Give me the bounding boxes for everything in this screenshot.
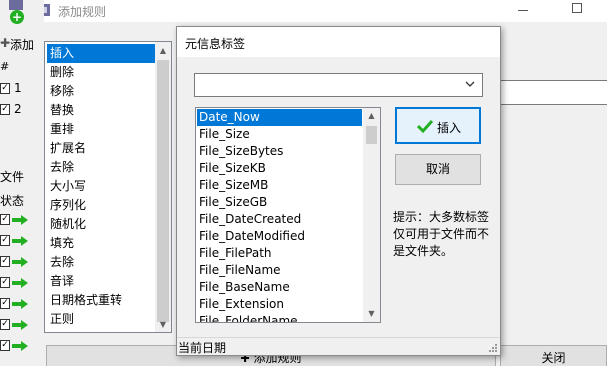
tag-item[interactable]: File_Extension [197, 296, 362, 313]
tag-item[interactable]: File_SizeGB [197, 194, 362, 211]
rules-index-header: # [0, 60, 10, 73]
plus-icon: ✚ [0, 36, 11, 50]
rule-type-item[interactable]: 重排 [47, 120, 156, 139]
tag-item[interactable]: File_SizeBytes [197, 143, 362, 160]
scroll-thumb[interactable] [157, 60, 169, 322]
resize-grip-icon[interactable] [488, 343, 498, 353]
rule-param-field[interactable] [498, 80, 607, 105]
file-checkbox[interactable]: ✓ [0, 256, 10, 267]
chevron-down-icon[interactable] [464, 78, 476, 90]
add-rule-toolbar-button[interactable]: ✚ 添加 [0, 34, 44, 54]
cancel-button[interactable]: 取消 [395, 154, 481, 185]
add-rule-titlebar [28, 0, 607, 22]
rule-type-item[interactable]: 填充 [47, 234, 156, 253]
arrow-right-icon [12, 341, 28, 351]
file-checkbox[interactable]: ✓ [0, 340, 10, 351]
rule-type-item[interactable]: 插入 [47, 44, 156, 63]
arrow-right-icon [12, 257, 28, 267]
close-button[interactable]: 关闭 [500, 345, 607, 366]
add-label: 添加 [10, 38, 35, 52]
rule-type-item[interactable]: 扩展名 [47, 139, 156, 158]
scroll-down-icon[interactable]: ▼ [158, 320, 168, 330]
scroll-down-icon[interactable]: ▼ [366, 309, 377, 319]
file-checkbox[interactable]: ✓ [0, 277, 10, 288]
rule-type-item[interactable]: 序列化 [47, 196, 156, 215]
tag-item[interactable]: Date_Now [197, 109, 362, 126]
arrow-right-icon [12, 299, 28, 309]
rule-type-item[interactable]: 删除 [47, 63, 156, 82]
tag-item[interactable]: File_BaseName [197, 279, 362, 296]
checkmark-icon [417, 119, 433, 134]
hint-text: 提示：大多数标签仅可用于文件而不是文件夹。 [393, 210, 490, 258]
minimize-icon[interactable] [518, 10, 528, 11]
tag-item[interactable]: File_Size [197, 126, 362, 143]
tag-item[interactable]: File_FolderName [197, 313, 362, 322]
add-rule-title: 添加规则 [58, 5, 107, 19]
status-column-header: 状态 [0, 194, 25, 208]
scroll-up-icon[interactable]: ▲ [366, 111, 377, 121]
rule-type-item[interactable]: 大小写 [47, 177, 156, 196]
dialog-title: 元信息标签 [185, 37, 246, 51]
rule-2-index: 2 [14, 102, 22, 116]
tag-item[interactable]: File_SizeMB [197, 177, 362, 194]
rule-2-checkbox[interactable]: ✓ [0, 104, 10, 115]
rule-1-index: 1 [14, 81, 22, 95]
maximize-icon[interactable] [572, 3, 582, 13]
arrow-right-icon [12, 215, 28, 225]
rule-type-item[interactable]: 音译 [47, 272, 156, 291]
file-checkbox[interactable]: ✓ [0, 319, 10, 330]
tag-item[interactable]: File_DateCreated [197, 211, 362, 228]
rule-1-checkbox[interactable]: ✓ [0, 83, 10, 94]
rule-type-item[interactable]: 正则 [47, 310, 156, 329]
rule-type-item[interactable]: 随机化 [47, 215, 156, 234]
meta-tags-dialog: 元信息标签 Date_Now File_Size File_SizeBytes … [176, 26, 501, 356]
file-checkbox[interactable]: ✓ [0, 235, 10, 246]
arrow-right-icon [12, 320, 28, 330]
tag-item[interactable]: File_SizeKB [197, 160, 362, 177]
tag-item[interactable]: File_FileName [197, 262, 362, 279]
scroll-thumb[interactable] [366, 126, 377, 144]
rule-type-item[interactable]: 去除 [47, 253, 156, 272]
files-tab[interactable]: 文件 [0, 168, 24, 185]
status-text: 当前日期 [178, 341, 227, 355]
insert-label: 插入 [437, 121, 462, 135]
file-checkbox[interactable]: ✓ [0, 214, 10, 225]
insert-button[interactable]: 插入 [395, 107, 481, 144]
arrow-right-icon [12, 236, 28, 246]
tag-list-scrollbar[interactable]: ▲ ▼ [363, 108, 380, 322]
rule-type-list[interactable]: 插入 删除 移除 替换 重排 扩展名 去除 大小写 序列化 随机化 填充 去除 … [44, 41, 172, 333]
tag-item[interactable]: File_FilePath [197, 245, 362, 262]
meta-tag-list[interactable]: Date_Now File_Size File_SizeBytes File_S… [195, 107, 381, 323]
tag-item[interactable]: File_DateModified [197, 228, 362, 245]
rule-type-item[interactable]: 替换 [47, 101, 156, 120]
status-bar: 当前日期 [177, 337, 500, 355]
main-window-left-strip: + ✚ 添加 # ✓ 1 ✓ 2 文件 状态 ✓ ✓ ✓ ✓ ✓ ✓ ✓ [0, 0, 44, 366]
arrow-right-icon [12, 278, 28, 288]
rule-type-item[interactable]: 移除 [47, 82, 156, 101]
rule-list-scrollbar[interactable]: ▲ ▼ [155, 42, 171, 332]
rule-type-item[interactable]: 日期格式重转 [47, 291, 156, 310]
rule-type-item[interactable]: 去除 [47, 158, 156, 177]
dialog-titlebar: 元信息标签 [177, 27, 500, 57]
tag-filter-combobox[interactable] [194, 73, 483, 97]
scroll-up-icon[interactable]: ▲ [158, 46, 168, 56]
add-rule-icon: + [10, 10, 24, 24]
file-checkbox[interactable]: ✓ [0, 298, 10, 309]
